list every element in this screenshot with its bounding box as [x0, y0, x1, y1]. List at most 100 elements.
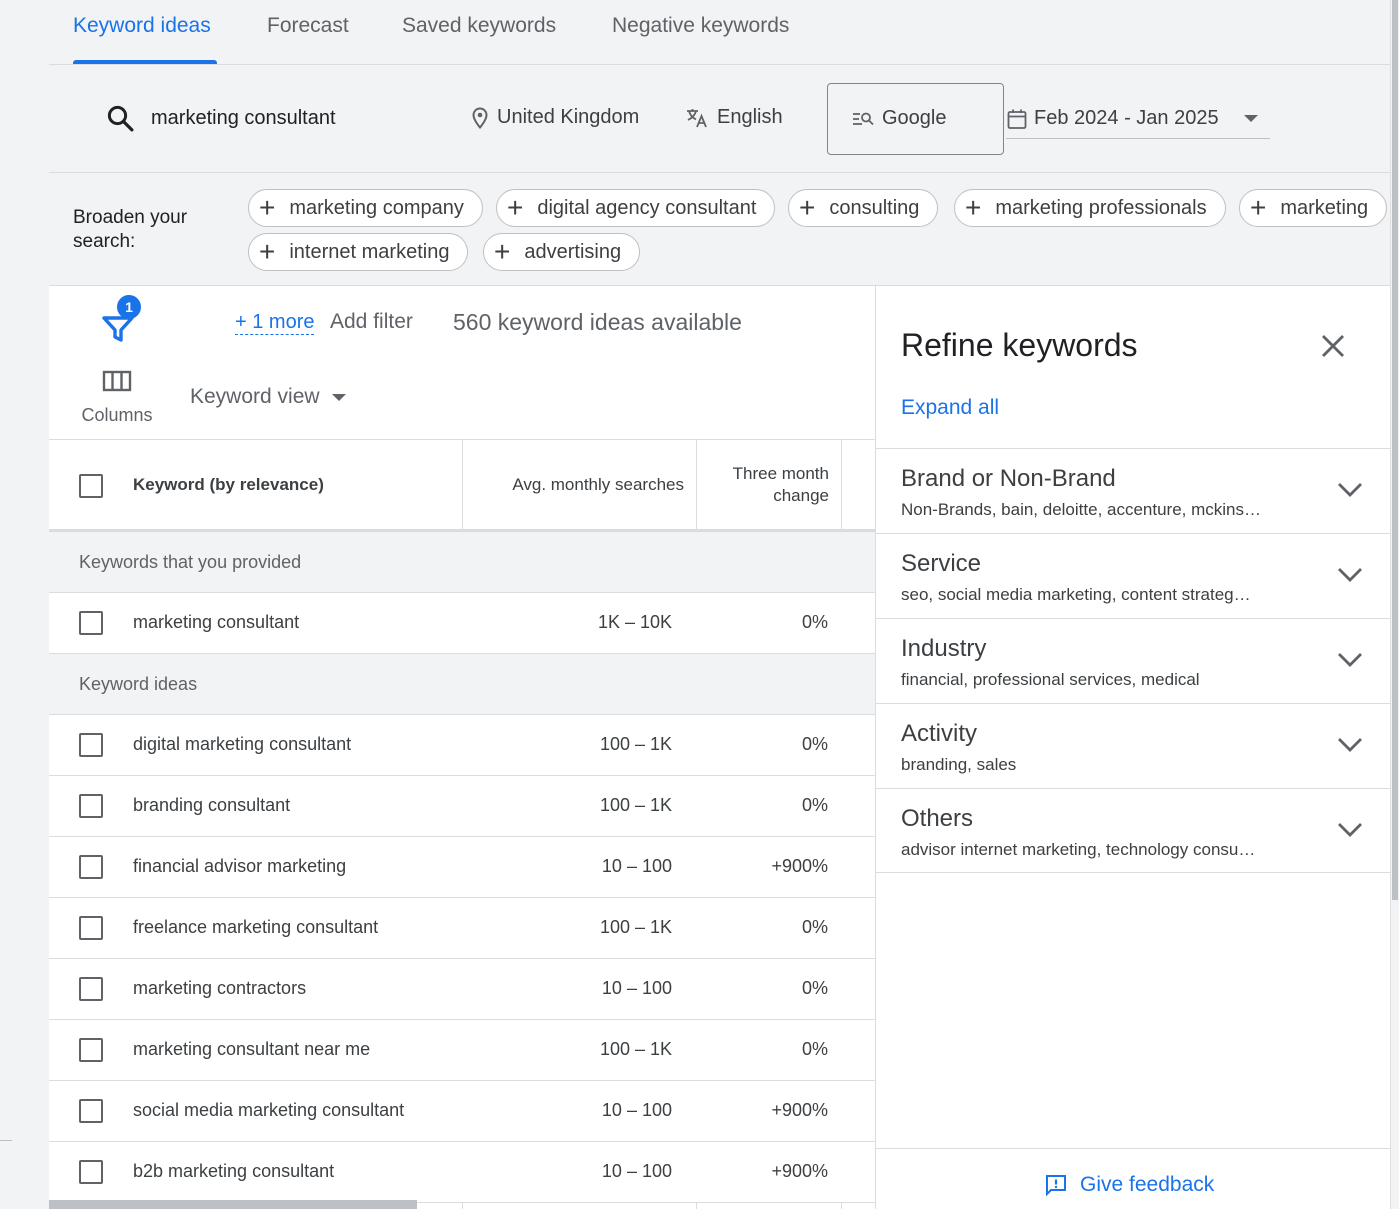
- chip-label: advertising: [524, 240, 622, 263]
- header-keyword[interactable]: Keyword (by relevance): [133, 440, 324, 529]
- change-cell: +900%: [771, 1100, 828, 1120]
- row-checkbox[interactable]: [79, 1099, 103, 1123]
- page-scrollbar[interactable]: [1390, 0, 1399, 1209]
- select-all-checkbox[interactable]: [79, 474, 103, 498]
- row-checkbox[interactable]: [79, 1160, 103, 1184]
- row-checkbox[interactable]: [79, 794, 103, 818]
- category-name: Service: [901, 550, 982, 577]
- tab-keyword-ideas[interactable]: Keyword ideas: [73, 14, 211, 38]
- broaden-label: Broaden your search:: [73, 207, 188, 252]
- plus-icon: +: [965, 192, 982, 223]
- table-row[interactable]: freelance marketing consultant 100 – 1K …: [49, 898, 875, 959]
- category-name: Industry: [901, 635, 987, 662]
- filter-count-badge: 1: [117, 295, 141, 319]
- category-name: Others: [901, 805, 974, 832]
- table-row[interactable]: b2b marketing consultant 10 – 100 +900%: [49, 1142, 875, 1203]
- broaden-chip[interactable]: + marketing professionals: [954, 189, 1226, 227]
- location-filter[interactable]: United Kingdom: [471, 106, 639, 129]
- header-three-month-change[interactable]: Three month change: [709, 440, 829, 529]
- row-checkbox[interactable]: [79, 611, 103, 635]
- columns-button[interactable]: Columns: [77, 370, 157, 426]
- category-summary: Non-Brands, bain, deloitte, accenture, m…: [901, 500, 1262, 519]
- row-checkbox[interactable]: [79, 855, 103, 879]
- change-cell: 0%: [801, 734, 828, 754]
- feedback-icon: [1046, 1175, 1066, 1197]
- plus-icon: +: [507, 192, 524, 223]
- refine-category-brand[interactable]: Brand or Non-Brand Non-Brands, bain, del…: [876, 448, 1390, 533]
- close-icon[interactable]: [1320, 333, 1346, 359]
- columns-label: Columns: [81, 405, 153, 425]
- table-row[interactable]: financial advisor marketing 10 – 100 +90…: [49, 837, 875, 898]
- tab-negative-keywords[interactable]: Negative keywords: [612, 14, 789, 38]
- search-input[interactable]: marketing consultant: [73, 89, 445, 149]
- dropdown-arrow-icon: [1244, 115, 1258, 122]
- search-network-icon: [853, 112, 874, 125]
- table-row[interactable]: digital marketing consultant 100 – 1K 0%: [49, 715, 875, 776]
- refine-title: Refine keywords: [901, 327, 1138, 363]
- horizontal-scrollbar[interactable]: [49, 1200, 417, 1209]
- divider: [0, 1140, 12, 1141]
- searches-cell: 10 – 100: [601, 856, 672, 876]
- keyword-cell: marketing consultant: [133, 612, 300, 632]
- broaden-chip[interactable]: + internet marketing: [248, 233, 469, 271]
- columns-icon: [102, 370, 132, 392]
- keyword-view-dropdown[interactable]: Keyword view: [190, 385, 346, 409]
- change-cell: 0%: [801, 917, 828, 937]
- give-feedback-label: Give feedback: [1080, 1173, 1215, 1196]
- plus-icon: +: [259, 236, 276, 267]
- chip-label: internet marketing: [289, 240, 450, 263]
- tab-bar: Keyword ideas Forecast Saved keywords Ne…: [49, 0, 1390, 65]
- category-summary: financial, professional services, medica…: [901, 670, 1200, 689]
- category-name: Activity: [901, 720, 978, 747]
- refine-category-others[interactable]: Others advisor internet marketing, techn…: [876, 788, 1390, 873]
- add-filter-button[interactable]: Add filter: [330, 310, 413, 334]
- chevron-down-icon: [1338, 568, 1362, 582]
- network-selector[interactable]: Google: [827, 83, 1004, 155]
- refine-category-activity[interactable]: Activity branding, sales: [876, 703, 1390, 788]
- search-icon: [107, 105, 134, 132]
- table-row[interactable]: marketing consultant near me 100 – 1K 0%: [49, 1020, 875, 1081]
- table-row[interactable]: social media marketing consultant 10 – 1…: [49, 1081, 875, 1142]
- chevron-down-icon: [1338, 483, 1362, 497]
- expand-all-link[interactable]: Expand all: [901, 396, 999, 420]
- tab-forecast[interactable]: Forecast: [267, 14, 349, 38]
- header-avg-monthly-searches[interactable]: Avg. monthly searches: [512, 440, 684, 529]
- refine-keywords-panel: Refine keywords Expand all Brand or Non-…: [875, 286, 1390, 1209]
- give-feedback-button[interactable]: Give feedback: [1044, 1173, 1214, 1197]
- refine-category-service[interactable]: Service seo, social media marketing, con…: [876, 533, 1390, 618]
- date-range-label: Feb 2024 - Jan 2025: [1034, 107, 1219, 129]
- row-checkbox[interactable]: [79, 1038, 103, 1062]
- more-filters-link[interactable]: + 1 more: [235, 311, 315, 335]
- broaden-search-section: Broaden your search: + marketing company …: [49, 173, 1390, 286]
- change-cell: 0%: [801, 612, 828, 632]
- broaden-chip[interactable]: + consulting: [788, 189, 939, 227]
- keyword-view-label: Keyword view: [190, 385, 320, 408]
- date-range-selector[interactable]: Feb 2024 - Jan 2025: [1006, 105, 1270, 139]
- results-toolbar: 1 + 1 more Add filter 560 keyword ideas …: [49, 286, 875, 440]
- category-summary: advisor internet marketing, technology c…: [901, 840, 1256, 859]
- results-panel: 1 + 1 more Add filter 560 keyword ideas …: [49, 286, 875, 1209]
- row-checkbox[interactable]: [79, 916, 103, 940]
- table-row[interactable]: marketing contractors 10 – 100 0%: [49, 959, 875, 1020]
- chevron-down-icon: [1338, 653, 1362, 667]
- broaden-chip[interactable]: + marketing: [1239, 189, 1388, 227]
- scrollbar-thumb[interactable]: [1392, 0, 1398, 900]
- keyword-cell: marketing consultant near me: [133, 1039, 371, 1059]
- row-checkbox[interactable]: [79, 977, 103, 1001]
- plus-icon: +: [1250, 192, 1267, 223]
- row-checkbox[interactable]: [79, 733, 103, 757]
- caret-down-icon: [331, 393, 346, 401]
- refine-category-industry[interactable]: Industry financial, professional service…: [876, 618, 1390, 703]
- change-cell: +900%: [771, 1161, 828, 1181]
- broaden-chip[interactable]: + marketing company: [248, 189, 483, 227]
- category-name: Brand or Non-Brand: [901, 465, 1116, 492]
- broaden-chip[interactable]: + digital agency consultant: [496, 189, 776, 227]
- chip-label: marketing company: [289, 196, 464, 219]
- keyword-cell: digital marketing consultant: [133, 734, 352, 754]
- keyword-cell: b2b marketing consultant: [133, 1161, 335, 1181]
- language-filter[interactable]: English: [685, 106, 783, 129]
- table-row[interactable]: marketing consultant 1K – 10K 0%: [49, 593, 875, 654]
- table-row[interactable]: branding consultant 100 – 1K 0%: [49, 776, 875, 837]
- broaden-chip[interactable]: + advertising: [483, 233, 641, 271]
- tab-saved-keywords[interactable]: Saved keywords: [402, 14, 556, 38]
